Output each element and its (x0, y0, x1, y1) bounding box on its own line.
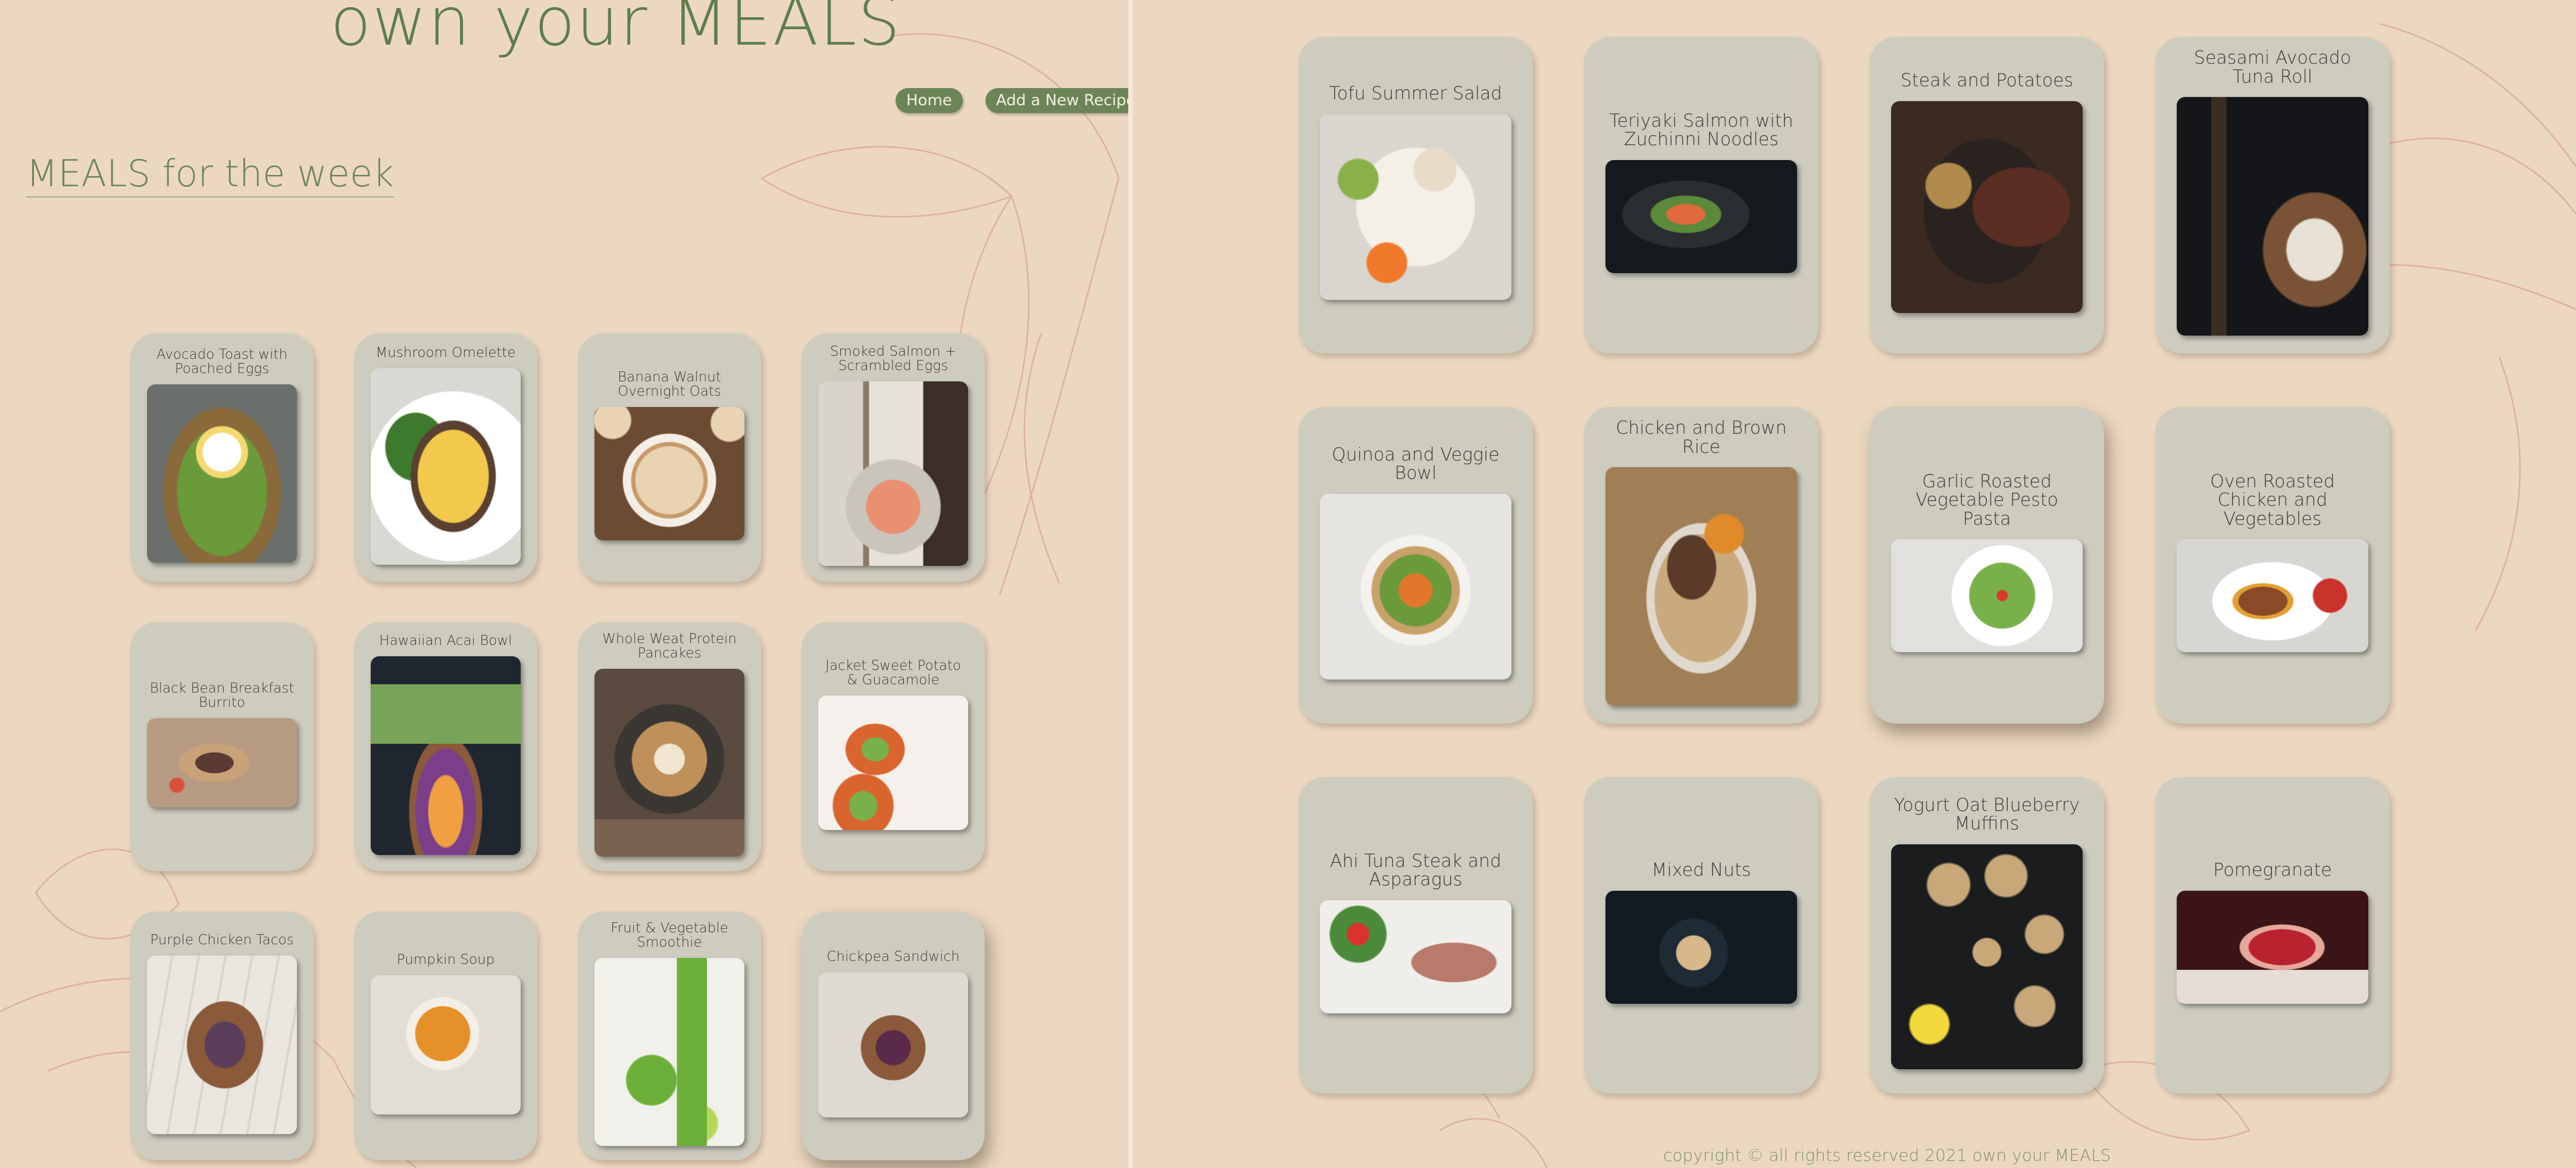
protein-pancakes-photo (594, 669, 744, 857)
meal-card[interactable]: Whole Weat Protein Pancakes (578, 622, 761, 871)
meal-card-title: Oven Roasted Chicken and Vegetables (2210, 471, 2335, 530)
meal-card-title: Purple Chicken Tacos (150, 932, 294, 948)
avocado-toast-photo (147, 384, 297, 563)
pomegranate-photo (2177, 890, 2368, 1004)
acai-bowl-photo (371, 656, 521, 856)
meal-card[interactable]: Ahi Tuna Steak and Asparagus (1298, 777, 1533, 1094)
footer-copyright: copyright © all rights reserved 2021 own… (1663, 1145, 2111, 1165)
meal-card-title: Garlic Roasted Vegetable Pesto Pasta (1915, 471, 2058, 530)
steak-potatoes-photo (1891, 101, 2083, 313)
chickpea-sandwich-photo (818, 972, 968, 1118)
meal-card[interactable]: Pumpkin Soup (354, 912, 537, 1160)
blueberry-muffins-photo (1891, 844, 2083, 1069)
chicken-rice-photo (1605, 467, 1797, 706)
meal-card-title: Smoked Salmon + Scrambled Eggs (830, 343, 957, 374)
chicken-tacos-photo (147, 956, 297, 1135)
meal-card-title: Yogurt Oat Blueberry Muffins (1893, 794, 2080, 834)
burrito-photo (147, 718, 297, 808)
meal-card-title: Chicken and Brown Rice (1616, 418, 1787, 458)
section-title: MEALS for the week (26, 152, 395, 198)
left-meal-grid: Avocado Toast with Poached Eggs Mushroom… (130, 333, 985, 1160)
meal-card-title: Mushroom Omelette (375, 345, 516, 361)
meal-card[interactable]: Mushroom Omelette (354, 333, 537, 582)
meal-card-title: Hawaiian Acai Bowl (379, 632, 512, 649)
add-recipe-button[interactable]: Add a New Recipe (985, 88, 1128, 113)
meal-card-title: Tofu Summer Salad (1329, 83, 1503, 105)
meal-card[interactable]: Steak and Potatoes (1870, 37, 2104, 353)
meal-card-title: Teriyaki Salmon with Zuchinni Noodles (1609, 110, 1794, 150)
meal-card-title: Whole Weat Protein Pancakes (602, 631, 737, 662)
meal-card-title: Mixed Nuts (1651, 860, 1751, 881)
meal-card-title: Pumpkin Soup (396, 951, 495, 967)
meal-card-title: Jacket Sweet Potato & Guacamole (825, 657, 961, 688)
meal-card[interactable]: Quinoa and Veggie Bowl (1298, 407, 1533, 724)
meal-card-title: Avocado Toast with Poached Eggs (156, 346, 288, 377)
meal-card[interactable]: Black Bean Breakfast Burrito (130, 622, 314, 871)
meal-card-title: Banana Walnut Overnight Oats (618, 369, 721, 399)
meal-card-title: Chickpea Sandwich (827, 948, 960, 965)
meal-card[interactable]: Banana Walnut Overnight Oats (578, 333, 761, 582)
meal-card[interactable]: Jacket Sweet Potato & Guacamole (802, 622, 985, 871)
pesto-pasta-photo (1891, 539, 2083, 653)
meal-card[interactable]: Teriyaki Salmon with Zuchinni Noodles (1584, 37, 1818, 353)
meal-card-title: Pomegranate (2213, 860, 2332, 881)
meal-card[interactable]: Avocado Toast with Poached Eggs (130, 333, 314, 582)
meal-card-title: Black Bean Breakfast Burrito (149, 680, 295, 710)
omelette-photo (371, 368, 521, 565)
meal-card[interactable]: Seasami Avocado Tuna Roll (2155, 37, 2390, 353)
meal-card[interactable]: Chickpea Sandwich (802, 912, 985, 1160)
site-title: own your MEALS (330, 0, 902, 61)
quinoa-bowl-photo (1320, 493, 1511, 679)
meal-card-title: Steak and Potatoes (1900, 70, 2074, 92)
meal-card-title: Seasami Avocado Tuna Roll (2193, 48, 2352, 87)
meal-card[interactable]: Smoked Salmon + Scrambled Eggs (802, 333, 985, 582)
meal-card[interactable]: Fruit & Vegetable Smoothie (578, 912, 761, 1160)
smoked-salmon-photo (818, 381, 968, 566)
meal-card[interactable]: Mixed Nuts (1584, 777, 1818, 1094)
mixed-nuts-photo (1605, 890, 1797, 1004)
left-page-panel: own your MEALS Home Add a New Recipe MEA… (0, 0, 1128, 1168)
right-page-panel: Tofu Summer Salad Teriyaki Salmon with Z… (1133, 0, 2576, 1168)
right-meal-grid: Tofu Summer Salad Teriyaki Salmon with Z… (1298, 37, 2390, 1094)
overnight-oats-photo (594, 407, 744, 541)
meal-card-title: Ahi Tuna Steak and Asparagus (1329, 850, 1502, 890)
roasted-chicken-photo (2177, 539, 2368, 653)
tofu-salad-photo (1320, 114, 1511, 300)
home-button[interactable]: Home (896, 88, 963, 113)
meal-card[interactable]: Tofu Summer Salad (1298, 37, 1533, 353)
teriyaki-salmon-photo (1605, 159, 1797, 273)
tuna-roll-photo (2177, 97, 2368, 336)
sweet-potato-photo (818, 696, 968, 831)
meal-card[interactable]: Garlic Roasted Vegetable Pesto Pasta (1870, 407, 2104, 724)
meal-card[interactable]: Pomegranate (2155, 777, 2390, 1094)
meal-card[interactable]: Oven Roasted Chicken and Vegetables (2155, 407, 2390, 724)
nav-bar: Home Add a New Recipe (896, 88, 1128, 113)
meal-card[interactable]: Chicken and Brown Rice (1584, 407, 1818, 724)
pumpkin-soup-photo (371, 975, 521, 1115)
page-divider (1128, 0, 1133, 1168)
meal-card[interactable]: Hawaiian Acai Bowl (354, 622, 537, 871)
ahi-tuna-photo (1320, 900, 1511, 1013)
meal-card[interactable]: Purple Chicken Tacos (130, 912, 314, 1160)
smoothie-photo (594, 958, 744, 1146)
meal-card-title: Fruit & Vegetable Smoothie (611, 920, 728, 951)
meal-card-title: Quinoa and Veggie Bowl (1332, 444, 1500, 484)
meal-card[interactable]: Yogurt Oat Blueberry Muffins (1870, 777, 2104, 1094)
